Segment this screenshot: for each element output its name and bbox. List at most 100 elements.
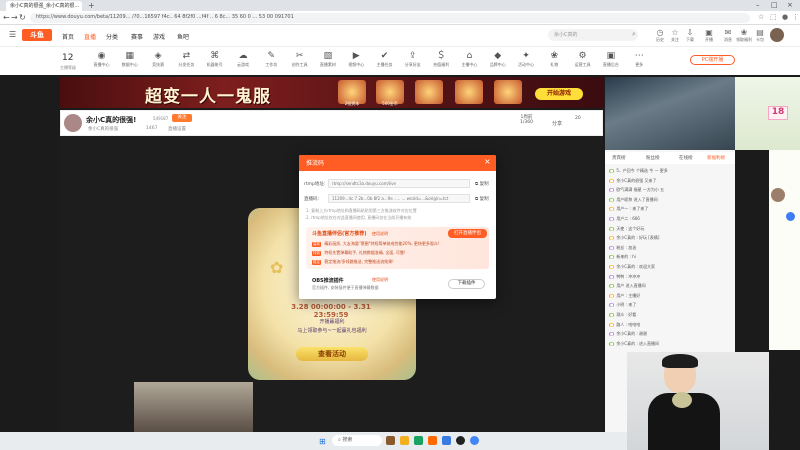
tool-item[interactable]: ✂ 创作工具 <box>286 51 313 68</box>
maximize-icon[interactable]: □ <box>771 1 778 9</box>
close-window-icon[interactable]: × <box>787 1 793 9</box>
gold-count: 20 <box>575 116 581 121</box>
chat-message: ■ 鸭鸭 : 冲冲冲 <box>609 274 733 280</box>
star-icon[interactable]: ☆ <box>758 13 764 21</box>
chat-message-text: 观众 : 好看 <box>616 312 637 317</box>
chat-message-text: 用户一 : 来了来了 <box>616 206 649 212</box>
promo-tag: 特效 <box>312 251 321 256</box>
refresh-icon[interactable]: ↻ <box>19 13 26 22</box>
close-icon[interactable]: × <box>484 157 491 166</box>
taskbar-obs-icon[interactable] <box>456 436 465 445</box>
taskbar-chrome-icon[interactable] <box>470 436 479 445</box>
pc-live-button[interactable]: PC端开播 <box>690 55 735 65</box>
new-tab-icon[interactable]: + <box>88 1 95 10</box>
forward-icon[interactable]: → <box>11 13 18 22</box>
tool-item-icon: ⌘ <box>210 51 220 61</box>
nav-events[interactable]: 赛事 <box>131 32 143 41</box>
tool-item-label: 直播素材 <box>319 62 336 67</box>
tool-item-label: 视频中心 <box>348 62 365 67</box>
nav-fishbar[interactable]: 鱼吧 <box>177 32 189 41</box>
taskbar-search[interactable]: ⌕ 搜索 <box>332 435 382 446</box>
hamburger-icon[interactable]: ☰ <box>9 30 16 39</box>
view-event-button[interactable]: 查看活动 <box>296 347 368 361</box>
browser-tab[interactable]: 余小C真的很强_余小C真的很... <box>6 1 82 11</box>
tool-item[interactable]: ✦ 活动中心 <box>513 51 540 68</box>
profile-icon[interactable]: ● <box>782 13 788 21</box>
tool-item[interactable]: ▦ 数据中心 <box>116 51 143 68</box>
copy-label: 复制 <box>479 197 489 202</box>
taskbar-app-4[interactable] <box>428 436 437 445</box>
obs-guide-link[interactable]: 使用说明 <box>372 277 388 283</box>
taskbar-app-1[interactable] <box>386 436 395 445</box>
user-avatar[interactable] <box>770 28 784 42</box>
tool-item[interactable]: ❀ 礼物 <box>541 51 568 68</box>
download-plugin-button[interactable]: 下载插件 <box>448 279 485 289</box>
tool-item-icon: ⇪ <box>409 51 417 61</box>
nav-games[interactable]: 游戏 <box>153 32 165 41</box>
tool-item[interactable]: ⚙ 运营工具 <box>569 51 596 68</box>
tool-item[interactable]: ＄充值福利 <box>428 51 455 68</box>
tool-item[interactable]: ▶ 视频中心 <box>343 51 370 68</box>
rank-value: 1/360 <box>520 120 533 125</box>
stream-key-field[interactable]: 11209...4c 7 2b...0b 8f2 a...9e ..... ..… <box>328 194 470 203</box>
tool-item[interactable]: ⌘ 机器账号 <box>201 51 228 68</box>
assistant-icon[interactable] <box>786 212 795 221</box>
back-icon[interactable]: ← <box>3 13 10 22</box>
menu-icon[interactable]: ⋮ <box>792 13 799 21</box>
tab-vip[interactable]: 贵宾榜 <box>612 155 626 161</box>
tool-item[interactable]: ▣ 直播后台 <box>597 51 624 68</box>
fan-badge-icon: ■ <box>609 274 615 279</box>
share-button[interactable]: 分享 <box>552 120 562 127</box>
tab-fans[interactable]: 粉丝榜 <box>646 155 660 161</box>
tool-item[interactable]: ⇄ 分发任务 <box>173 51 200 68</box>
open-companion-button[interactable]: 打开直播伴侣 <box>448 229 487 238</box>
taskbar-app-5[interactable] <box>442 436 451 445</box>
follow-button[interactable]: 关注 <box>172 114 192 122</box>
room-settings-link[interactable]: 直播设置 <box>168 126 186 132</box>
taskbar-file-explorer-icon[interactable] <box>400 436 409 445</box>
tool-item[interactable]: ✔ 主播任务 <box>371 51 398 68</box>
tool-item[interactable]: ⌂ 主播中心 <box>456 51 483 68</box>
tool-item[interactable]: ☁ 云游戏 <box>230 51 257 68</box>
copy-rtmp-button[interactable]: ⧉ 复制 <box>475 181 489 187</box>
tab-new-welfare[interactable]: 新福利榜 <box>707 155 725 161</box>
tool-item[interactable]: ◆ 品牌中心 <box>484 51 511 68</box>
minimize-icon[interactable]: – <box>756 1 760 9</box>
room-rank: 1周前 1/360 <box>520 114 533 125</box>
tool-item[interactable]: ◉ 直播中心 <box>88 51 115 68</box>
tab-online[interactable]: 在线榜 <box>679 155 693 161</box>
streamer-avatar[interactable] <box>64 114 82 132</box>
nav-live[interactable]: 直播 <box>84 32 96 41</box>
chat-message-text: 小明 : 来了 <box>616 302 637 308</box>
tool-item[interactable]: ▧ 直播素材 <box>314 51 341 68</box>
obs-description: 官方插件, 安装插件便于直播弹幕数据 <box>312 285 379 290</box>
nav-category[interactable]: 分类 <box>106 32 118 41</box>
tool-item[interactable]: ◈ 竞技赛 <box>145 51 172 68</box>
tool-item[interactable]: ⋯ 更多 <box>626 51 653 68</box>
game-preview-video[interactable] <box>605 77 735 150</box>
browser-tab-bar <box>0 0 800 11</box>
tool-item[interactable]: ✎ 工作坊 <box>258 51 285 68</box>
start-game-button[interactable]: 开始游戏 <box>535 88 583 100</box>
search-icon[interactable]: ⌕ <box>632 30 636 39</box>
nav-home[interactable]: 首页 <box>62 32 74 41</box>
fan-badge-icon: ■ <box>609 207 615 212</box>
fan-badge-icon: ■ <box>609 313 615 317</box>
tool-item-label: 礼物 <box>550 62 559 67</box>
chat-message: ■ 欧气满满 福星 一方为小 五 <box>609 187 733 193</box>
url-field[interactable]: https://www.douyu.com/beta/11209... /?0.… <box>30 13 750 23</box>
douyu-logo[interactable]: 斗鱼 <box>22 29 52 41</box>
rtmp-field[interactable]: rtmp://sendtc3a.douyu.com/live <box>328 179 470 188</box>
tool-item-label: 分发任务 <box>178 62 195 67</box>
card-pack-button[interactable]: ▤ 卡包 <box>749 28 771 43</box>
windows-start-icon[interactable]: ⊞ <box>319 437 326 446</box>
copy-key-button[interactable]: ⧉ 复制 <box>475 196 489 202</box>
search-input[interactable]: 余小C真的 <box>548 29 638 41</box>
side-avatar[interactable] <box>771 188 785 202</box>
room-category[interactable]: 余小C真的很强 <box>88 126 118 132</box>
promo-guide-link[interactable]: 使用说明 <box>372 231 388 237</box>
fan-badge-icon: ■ <box>609 293 615 298</box>
taskbar-app-3[interactable] <box>414 436 423 445</box>
extensions-icon[interactable]: ⬚ <box>770 13 777 21</box>
tool-item[interactable]: ⇪ 分享好友 <box>399 51 426 68</box>
